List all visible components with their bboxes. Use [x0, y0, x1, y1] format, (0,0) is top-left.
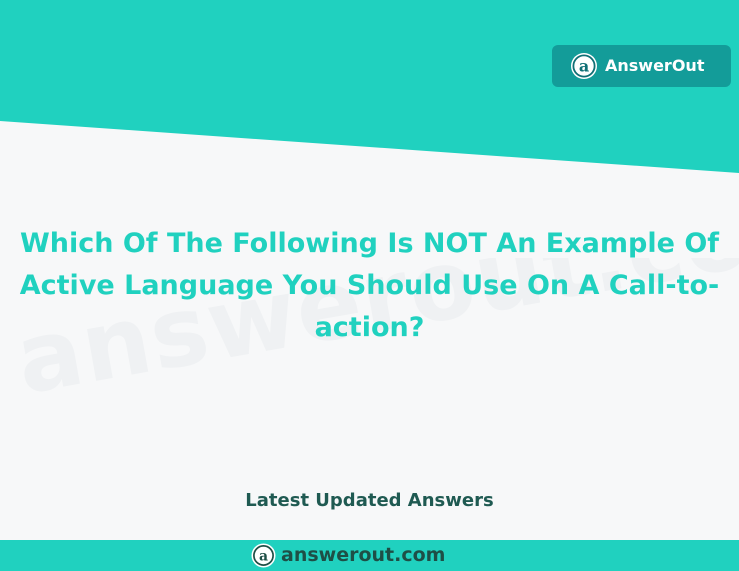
- footer-bar: a answerout.com: [0, 540, 739, 571]
- footer-site-text: answerout.com: [281, 544, 446, 566]
- svg-text:a: a: [579, 57, 589, 76]
- page-canvas: answerout.com a AnswerOut Which Of The F…: [0, 0, 739, 571]
- latest-updated-answers-label: Latest Updated Answers: [245, 490, 494, 511]
- a-logo-icon: a: [250, 542, 277, 569]
- brand-badge: a AnswerOut: [552, 45, 731, 87]
- top-diagonal-band: [0, 0, 739, 175]
- a-logo-icon: a: [569, 51, 599, 81]
- footer-site-link[interactable]: a answerout.com: [250, 542, 445, 569]
- brand-name: AnswerOut: [605, 56, 705, 75]
- svg-text:a: a: [259, 548, 268, 564]
- question-title: Which Of The Following Is NOT An Example…: [19, 228, 720, 343]
